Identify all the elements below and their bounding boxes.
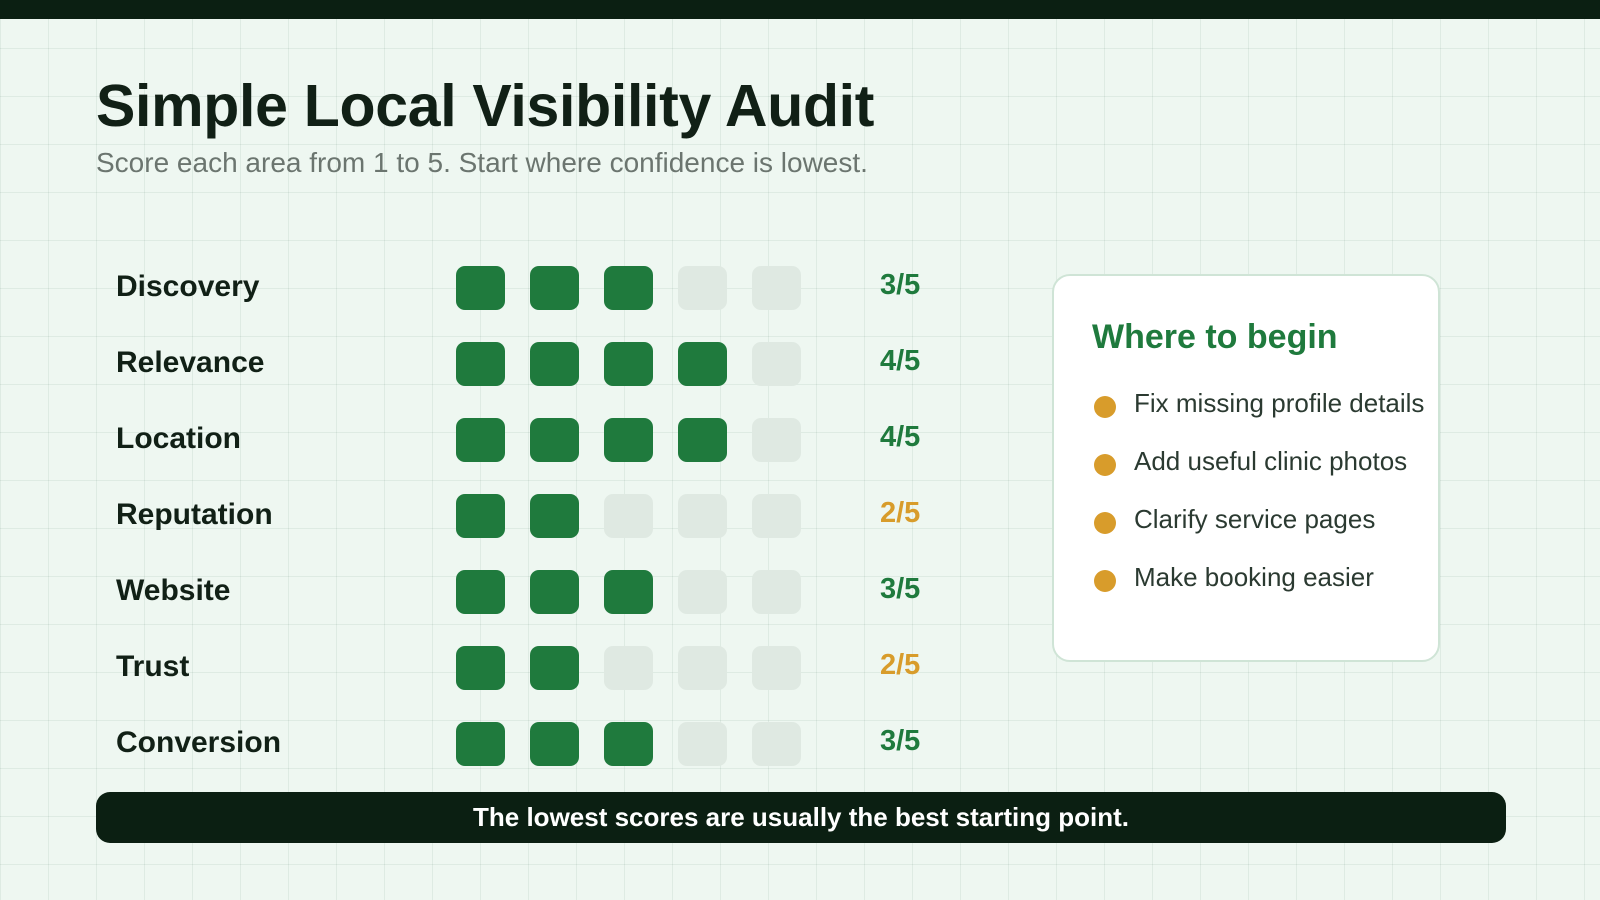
- score-meter: [456, 266, 801, 310]
- action-text: Make booking easier: [1134, 562, 1374, 592]
- score-block-empty: [678, 570, 727, 614]
- footer-text: The lowest scores are usually the best s…: [473, 802, 1129, 832]
- score-meter: [456, 570, 801, 614]
- score-value: 2/5: [880, 497, 921, 529]
- score-row: Location 4/5: [96, 404, 956, 480]
- score-block-empty: [678, 722, 727, 766]
- score-block-filled: [604, 266, 653, 310]
- score-meter: [456, 418, 801, 462]
- score-meter: [456, 722, 801, 766]
- action-list: Fix missing profile details Add useful c…: [1094, 388, 1424, 620]
- score-row: Conversion 3/5: [96, 708, 956, 784]
- score-label: Trust: [116, 650, 190, 683]
- score-value: 4/5: [880, 421, 921, 453]
- score-block-filled: [604, 418, 653, 462]
- score-row: Trust 2/5: [96, 632, 956, 708]
- score-meter: [456, 646, 801, 690]
- where-to-begin-card: Where to begin Fix missing profile detai…: [1052, 274, 1440, 662]
- score-block-empty: [752, 646, 801, 690]
- action-item: Clarify service pages: [1094, 504, 1424, 562]
- score-meter: [456, 494, 801, 538]
- page-title: Simple Local Visibility Audit: [96, 73, 875, 139]
- score-value: 2/5: [880, 649, 921, 681]
- score-block-filled: [530, 494, 579, 538]
- score-meter: [456, 342, 801, 386]
- score-block-filled: [530, 266, 579, 310]
- action-text: Fix missing profile details: [1134, 388, 1425, 418]
- action-item: Fix missing profile details: [1094, 388, 1424, 446]
- score-value: 3/5: [880, 269, 921, 301]
- score-block-empty: [752, 722, 801, 766]
- bullet-dot-icon: [1094, 396, 1116, 418]
- score-label: Relevance: [116, 346, 265, 379]
- score-value: 4/5: [880, 345, 921, 377]
- action-item: Add useful clinic photos: [1094, 446, 1424, 504]
- footer-banner: The lowest scores are usually the best s…: [96, 792, 1506, 843]
- top-bar: [0, 0, 1600, 19]
- score-row: Discovery 3/5: [96, 252, 956, 328]
- score-block-filled: [530, 646, 579, 690]
- score-block-empty: [678, 494, 727, 538]
- score-label: Location: [116, 422, 241, 455]
- score-row: Relevance 4/5: [96, 328, 956, 404]
- score-block-filled: [456, 266, 505, 310]
- bullet-dot-icon: [1094, 570, 1116, 592]
- score-block-filled: [456, 418, 505, 462]
- score-block-empty: [678, 646, 727, 690]
- score-block-filled: [530, 722, 579, 766]
- score-block-filled: [456, 494, 505, 538]
- score-block-filled: [530, 342, 579, 386]
- action-item: Make booking easier: [1094, 562, 1424, 620]
- score-block-filled: [456, 722, 505, 766]
- bullet-dot-icon: [1094, 512, 1116, 534]
- score-label: Conversion: [116, 726, 282, 759]
- score-label: Reputation: [116, 498, 273, 531]
- page-subtitle: Score each area from 1 to 5. Start where…: [96, 147, 868, 178]
- score-value: 3/5: [880, 573, 921, 605]
- score-label: Discovery: [116, 270, 260, 303]
- score-block-empty: [752, 342, 801, 386]
- score-block-filled: [604, 570, 653, 614]
- score-block-filled: [456, 570, 505, 614]
- score-block-empty: [752, 266, 801, 310]
- score-row: Website 3/5: [96, 556, 956, 632]
- score-block-empty: [604, 646, 653, 690]
- score-block-empty: [604, 494, 653, 538]
- score-block-filled: [678, 418, 727, 462]
- score-block-filled: [604, 722, 653, 766]
- score-block-filled: [530, 570, 579, 614]
- score-block-filled: [678, 342, 727, 386]
- score-block-empty: [752, 418, 801, 462]
- card-title: Where to begin: [1092, 318, 1338, 356]
- score-block-empty: [752, 494, 801, 538]
- score-list: Discovery 3/5 Relevance 4/5 Location 4/5…: [96, 252, 956, 784]
- action-text: Add useful clinic photos: [1134, 446, 1408, 476]
- score-block-empty: [678, 266, 727, 310]
- score-block-filled: [530, 418, 579, 462]
- score-block-filled: [456, 646, 505, 690]
- score-value: 3/5: [880, 725, 921, 757]
- bullet-dot-icon: [1094, 454, 1116, 476]
- action-text: Clarify service pages: [1134, 504, 1376, 534]
- score-block-empty: [752, 570, 801, 614]
- score-block-filled: [604, 342, 653, 386]
- score-row: Reputation 2/5: [96, 480, 956, 556]
- score-label: Website: [116, 574, 231, 607]
- score-block-filled: [456, 342, 505, 386]
